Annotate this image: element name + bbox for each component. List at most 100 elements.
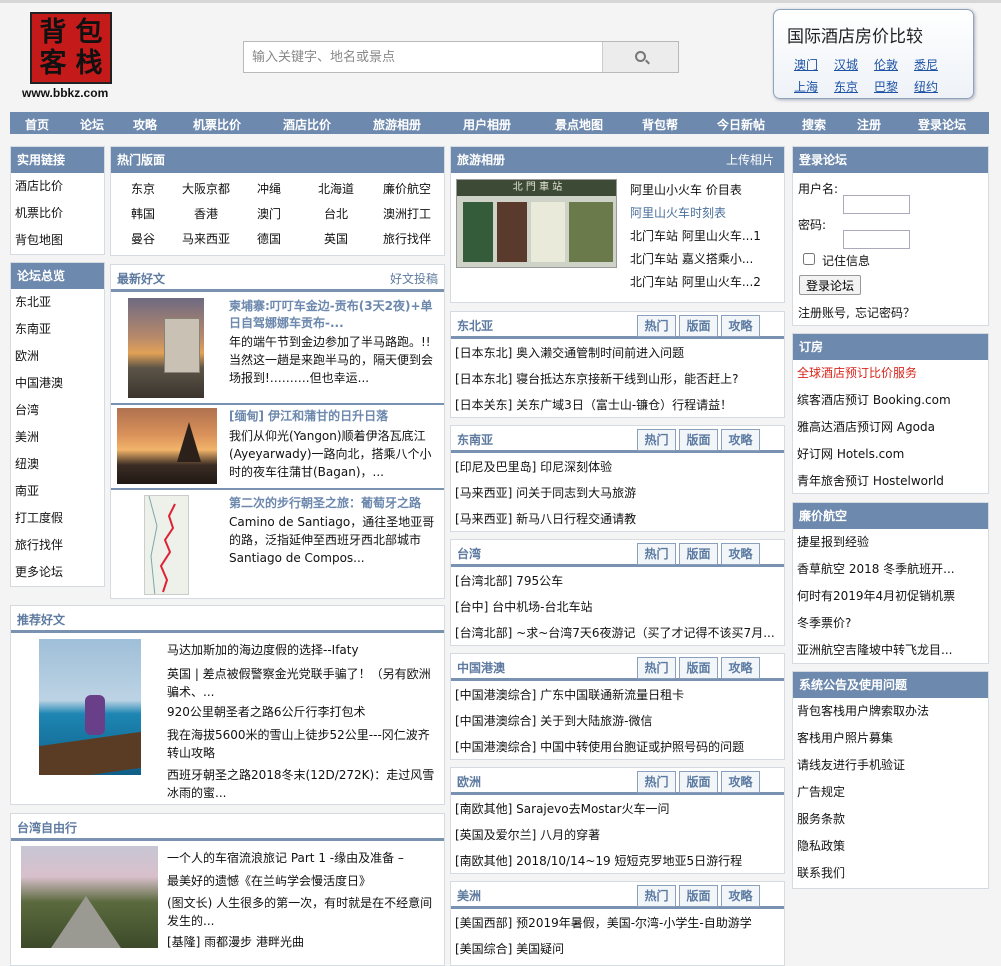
forum-link[interactable]: 东南亚 [11, 316, 104, 343]
notice-link[interactable]: 请线友进行手机验证 [793, 752, 988, 779]
username-input[interactable] [843, 195, 910, 214]
tab-guides[interactable]: 攻略 [721, 657, 760, 679]
forgot-password-link[interactable]: 忘记密码？ [855, 304, 915, 321]
forum-link[interactable]: 美洲 [11, 424, 104, 451]
city-link[interactable]: 巴黎 [874, 78, 914, 95]
board-link[interactable]: 澳洲打工 [383, 205, 431, 222]
booking-link[interactable]: 青年旅舍预订 Hostelworld [793, 468, 988, 493]
board-link[interactable]: 廉价航空 [383, 180, 431, 197]
board-link[interactable]: 马来西亚 [182, 230, 230, 247]
nav-help[interactable]: 背包帮 [642, 116, 678, 133]
tab-hot[interactable]: 热门 [637, 771, 676, 793]
board-link[interactable]: 大阪京都 [182, 180, 230, 197]
board-link[interactable]: 东京 [131, 180, 155, 197]
album-link[interactable]: 北门车站 阿里山火车...2 [630, 273, 761, 291]
tab-guides[interactable]: 攻略 [721, 543, 760, 565]
nav-hotels[interactable]: 酒店比价 [283, 116, 331, 133]
article-thumbnail[interactable] [128, 298, 204, 398]
thread-row[interactable]: [美国综合] 美国疑问 [455, 940, 781, 957]
useful-link[interactable]: 酒店比价 [11, 173, 104, 200]
tab-boards[interactable]: 版面 [679, 315, 718, 337]
recommend-item[interactable]: 西班牙朝圣之路2018冬末(12D/272K)：走过风雪冰雨的蜜... [167, 766, 439, 802]
nav-search[interactable]: 搜索 [802, 116, 826, 133]
tab-hot[interactable]: 热门 [637, 543, 676, 565]
article-thumbnail[interactable] [39, 639, 141, 775]
tab-guides[interactable]: 攻略 [721, 885, 760, 907]
board-link[interactable]: 旅行找伴 [383, 230, 431, 247]
forum-link[interactable]: 中国港澳 [11, 370, 104, 397]
submit-article-link[interactable]: 好文投稿 [390, 265, 438, 293]
notice-link[interactable]: 广告规定 [793, 779, 988, 806]
forum-link[interactable]: 东北亚 [11, 289, 104, 316]
recommend-item[interactable]: 英国 | 差点被假警察金光党联手骗了！（另有欧洲骗术、... [167, 665, 439, 701]
nav-flights[interactable]: 机票比价 [193, 116, 241, 133]
album-link[interactable]: 北门车站 嘉义搭乘小... [630, 250, 753, 268]
thread-row[interactable]: [日本东北] 寝台抵达东京接新干线到山形，能否赶上? [455, 370, 781, 387]
forum-link[interactable]: 更多论坛 [11, 559, 104, 586]
notice-link[interactable]: 联系我们 [793, 860, 988, 887]
nav-travel-album[interactable]: 旅游相册 [373, 116, 421, 133]
search-button[interactable] [602, 42, 678, 72]
notice-link[interactable]: 背包客栈用户牌索取办法 [793, 698, 988, 725]
board-link[interactable]: 德国 [257, 230, 281, 247]
taiwan-item[interactable]: (图文长) 人生很多的第一次，有时就是在不经意间发生的... [167, 894, 439, 930]
city-link[interactable]: 伦敦 [874, 56, 914, 73]
thread-row[interactable]: [南欧其他] Sarajevo去Mostar火车一问 [455, 800, 781, 817]
board-link[interactable]: 北海道 [318, 180, 354, 197]
thread-row[interactable]: [中国港澳综合] 中国中转使用台胞证或护照号码的问题 [455, 738, 781, 755]
tab-boards[interactable]: 版面 [679, 543, 718, 565]
thread-row[interactable]: [马来西亚] 新马八日行程交通请教 [455, 510, 781, 527]
forum-link[interactable]: 台湾 [11, 397, 104, 424]
tab-guides[interactable]: 攻略 [721, 429, 760, 451]
article-thumbnail[interactable] [21, 846, 158, 948]
tab-hot[interactable]: 热门 [637, 885, 676, 907]
airline-link[interactable]: 捷星报到经验 [793, 529, 988, 556]
nav-guides[interactable]: 攻略 [133, 116, 157, 133]
nav-home[interactable]: 首页 [25, 116, 49, 133]
taiwan-item[interactable]: 一个人的车宿流浪旅记 Part 1 -缘由及准备 – [167, 849, 439, 867]
nav-register[interactable]: 注册 [857, 116, 881, 133]
tab-guides[interactable]: 攻略 [721, 771, 760, 793]
thread-row[interactable]: [中国港澳综合] 广东中国联通新流量日租卡 [455, 686, 781, 703]
board-link[interactable]: 英国 [324, 230, 348, 247]
booking-link[interactable]: 好订网 Hotels.com [793, 441, 988, 468]
city-link[interactable]: 汉城 [834, 56, 874, 73]
tab-boards[interactable]: 版面 [679, 657, 718, 679]
booking-link[interactable]: 缤客酒店预订 Booking.com [793, 387, 988, 414]
article-title[interactable]: 第二次的步行朝圣之旅：葡萄牙之路 [229, 495, 439, 512]
airline-link[interactable]: 何时有2019年4月初促销机票 [793, 583, 988, 610]
recommend-item[interactable]: 我在海拔5600米的雪山上徒步52公里---冈仁波齐转山攻略 [167, 726, 439, 762]
forum-link[interactable]: 打工度假 [11, 505, 104, 532]
tab-hot[interactable]: 热门 [637, 429, 676, 451]
thread-row[interactable]: [马来西亚] 问关于同志到大马旅游 [455, 484, 781, 501]
useful-link[interactable]: 背包地图 [11, 227, 104, 254]
forum-link[interactable]: 南亚 [11, 478, 104, 505]
tab-hot[interactable]: 热门 [637, 315, 676, 337]
notice-link[interactable]: 隐私政策 [793, 833, 988, 860]
airline-link[interactable]: 亚洲航空吉隆坡中转飞龙目... [793, 637, 988, 663]
article-thumbnail[interactable] [117, 408, 217, 484]
notice-link[interactable]: 客栈用户照片募集 [793, 725, 988, 752]
site-logo[interactable]: 背包客栈 [30, 12, 112, 84]
thread-row[interactable]: [台湾北部] ~求~台湾7天6夜游记（买了才记得不该买7月... [455, 624, 781, 641]
remember-checkbox[interactable] [803, 253, 815, 265]
album-link[interactable]: 北门车站 阿里山火车...1 [630, 227, 761, 245]
tab-boards[interactable]: 版面 [679, 885, 718, 907]
board-link[interactable]: 香港 [194, 205, 218, 222]
tab-hot[interactable]: 热门 [637, 657, 676, 679]
tab-boards[interactable]: 版面 [679, 429, 718, 451]
album-link[interactable]: 阿里山火车时刻表 [630, 204, 726, 222]
board-link[interactable]: 韩国 [131, 205, 155, 222]
register-link[interactable]: 注册账号, [798, 304, 850, 321]
city-link[interactable]: 悉尼 [914, 56, 954, 73]
city-link[interactable]: 纽约 [914, 78, 954, 95]
article-title[interactable]: [缅甸] 伊江和蒲甘的日升日落 [229, 408, 439, 425]
thread-row[interactable]: [日本东北] 奥入濑交通管制时间前进入问题 [455, 344, 781, 361]
recommend-item[interactable]: 920公里朝圣者之路6公斤行李打包术 [167, 703, 439, 721]
taiwan-item[interactable]: [基隆] 雨都漫步 港畔光曲 [167, 933, 439, 951]
board-link[interactable]: 冲绳 [257, 180, 281, 197]
useful-link[interactable]: 机票比价 [11, 200, 104, 227]
board-link[interactable]: 曼谷 [131, 230, 155, 247]
thread-row[interactable]: [中国港澳综合] 关于到大陆旅游-微信 [455, 712, 781, 729]
city-link[interactable]: 澳门 [794, 56, 834, 73]
